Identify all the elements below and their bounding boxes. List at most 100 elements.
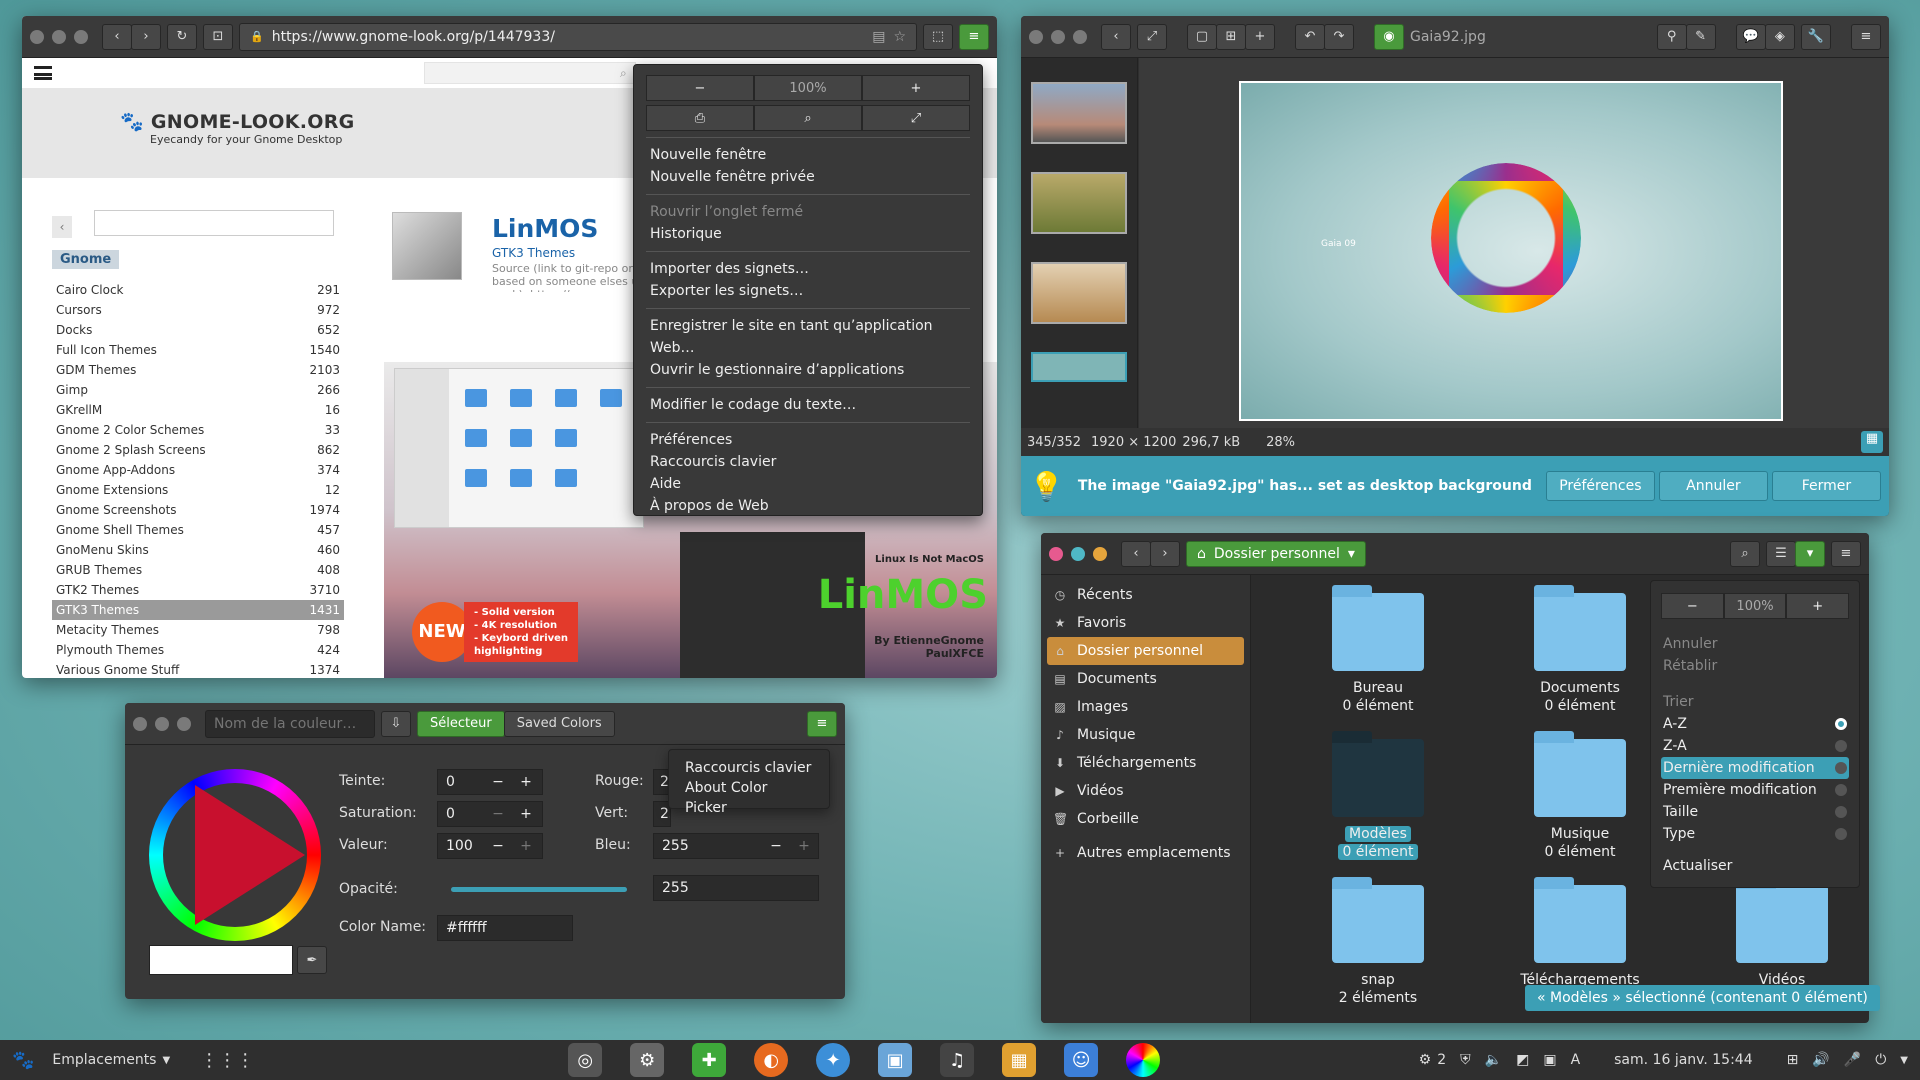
sidebar-item[interactable]: + Autres emplacements bbox=[1041, 839, 1250, 867]
folder-item-selected[interactable]: Modèles 0 élément bbox=[1303, 731, 1453, 861]
thumbnail[interactable] bbox=[1031, 262, 1127, 324]
sidebar-item[interactable]: ▶ Vidéos bbox=[1041, 777, 1250, 805]
folder-item[interactable]: Téléchargements bbox=[1505, 877, 1655, 989]
category-back-button[interactable]: ‹ bbox=[52, 216, 72, 238]
screenshot-app-icon[interactable]: ◎ bbox=[568, 1043, 603, 1077]
gallery-icon[interactable]: ▦ bbox=[1861, 431, 1883, 453]
close-button[interactable]: Fermer bbox=[1771, 471, 1881, 501]
music-app-icon[interactable]: ♫ bbox=[940, 1043, 975, 1077]
category-item[interactable]: Gnome Screenshots 1974 bbox=[52, 500, 344, 520]
fullscreen-icon[interactable]: ⤢ bbox=[862, 105, 970, 131]
back-button[interactable]: ‹ bbox=[102, 23, 132, 50]
zoom-in-button[interactable]: + bbox=[1786, 593, 1850, 619]
category-item[interactable]: Gimp 266 bbox=[52, 380, 344, 400]
rotate-right-icon[interactable]: ↷ bbox=[1324, 23, 1354, 50]
menu-item[interactable]: Aide bbox=[646, 473, 970, 495]
close-window-button[interactable] bbox=[30, 29, 44, 44]
grid-view-icon[interactable]: ⊞ bbox=[1216, 23, 1246, 50]
category-item[interactable]: Docks 652 bbox=[52, 320, 344, 340]
saturation-value-triangle[interactable] bbox=[195, 785, 305, 925]
site-menu-icon[interactable] bbox=[34, 66, 52, 80]
menu-item-about[interactable]: About Color Picker bbox=[685, 778, 813, 818]
color-name-input[interactable] bbox=[205, 709, 375, 738]
back-button[interactable]: ‹ bbox=[1121, 540, 1151, 567]
menu-item[interactable]: Historique bbox=[646, 223, 970, 245]
menu-item[interactable]: Nouvelle fenêtre privée bbox=[646, 166, 970, 188]
color-picker-app-icon[interactable] bbox=[1126, 1043, 1161, 1077]
edit-icon[interactable]: ✎ bbox=[1685, 23, 1716, 50]
category-item[interactable]: GRUB Themes 408 bbox=[52, 560, 344, 580]
product-category-link[interactable]: GTK3 Themes bbox=[492, 246, 575, 260]
power-icon[interactable]: ⏻ bbox=[1875, 1052, 1886, 1068]
menu-icon[interactable]: ≡ bbox=[1831, 540, 1861, 567]
maximize-window-button[interactable] bbox=[74, 29, 88, 44]
app-grid-icon[interactable]: ⋮⋮⋮ bbox=[200, 1050, 254, 1071]
minimize-window-button[interactable] bbox=[52, 29, 66, 44]
maximize-window-button[interactable] bbox=[177, 716, 191, 731]
category-item[interactable]: GnoMenu Skins 460 bbox=[52, 540, 344, 560]
refresh-item[interactable]: Actualiser bbox=[1661, 855, 1849, 877]
back-button[interactable]: ‹ bbox=[1101, 23, 1131, 50]
image-canvas[interactable]: Gaia 09 bbox=[1139, 58, 1889, 428]
save-color-icon[interactable]: ⇩ bbox=[381, 710, 411, 737]
cancel-button[interactable]: Annuler bbox=[1658, 471, 1768, 501]
sort-option[interactable]: A-Z bbox=[1661, 713, 1849, 735]
eyedropper-icon[interactable]: ✒ bbox=[297, 946, 327, 974]
hamburger-menu-button[interactable]: ≡ bbox=[959, 23, 989, 50]
menu-item[interactable]: Préférences bbox=[646, 429, 970, 451]
places-menu[interactable]: Emplacements bbox=[52, 1052, 156, 1068]
menu-item[interactable]: Nouvelle fenêtre bbox=[646, 144, 970, 166]
fullscreen-icon[interactable]: ⤢ bbox=[1137, 23, 1167, 50]
image-viewer-app-icon[interactable]: ▣ bbox=[878, 1043, 913, 1077]
close-window-button[interactable] bbox=[133, 716, 147, 731]
minimize-window-button[interactable] bbox=[1051, 29, 1065, 44]
clipboard-icon[interactable]: ▣ bbox=[1543, 1052, 1556, 1068]
rotate-left-icon[interactable]: ↶ bbox=[1295, 23, 1325, 50]
tag-icon[interactable]: ◈ bbox=[1764, 23, 1795, 50]
thumbnail-current[interactable] bbox=[1031, 352, 1127, 382]
minimize-window-button[interactable] bbox=[155, 716, 169, 731]
increment-button[interactable]: + bbox=[512, 806, 540, 822]
downloads-icon[interactable]: ⬚ bbox=[923, 23, 953, 50]
maximize-window-button[interactable] bbox=[1093, 546, 1107, 561]
thumbnail[interactable] bbox=[1031, 82, 1127, 144]
datetime[interactable]: sam. 16 janv. 15:44 bbox=[1614, 1052, 1752, 1068]
list-view-icon[interactable]: ☰ bbox=[1766, 540, 1796, 567]
search-icon[interactable]: ⌕ bbox=[1730, 540, 1760, 567]
opacity-slider[interactable] bbox=[451, 887, 627, 892]
app-indicator-icon[interactable]: ◩ bbox=[1516, 1052, 1529, 1068]
increment-button[interactable]: + bbox=[790, 838, 818, 854]
gear-icon[interactable]: ⚙ bbox=[1419, 1052, 1432, 1068]
new-tab-icon[interactable]: ⊡ bbox=[203, 23, 233, 50]
network-icon[interactable]: ⊞ bbox=[1787, 1052, 1799, 1068]
sort-option[interactable]: Première modification bbox=[1661, 779, 1849, 801]
sort-option[interactable]: Type bbox=[1661, 823, 1849, 845]
menu-item[interactable]: Modifier le codage du texte… bbox=[646, 394, 970, 416]
minimize-window-button[interactable] bbox=[1071, 546, 1085, 561]
product-thumbnail[interactable] bbox=[392, 212, 462, 280]
keyboard-icon[interactable]: A bbox=[1571, 1052, 1581, 1068]
menu-icon[interactable]: ≡ bbox=[1851, 23, 1881, 50]
menu-item[interactable]: Ouvrir le gestionnaire d’applications bbox=[646, 359, 970, 381]
category-item[interactable]: GTK3 Themes 1431 bbox=[52, 600, 344, 620]
folder-item[interactable]: Musique 0 élément bbox=[1505, 731, 1655, 861]
site-logo[interactable]: 🐾 GNOME-LOOK.ORG Eyecandy for your Gnome… bbox=[120, 110, 355, 146]
category-item[interactable]: Full Icon Themes 1540 bbox=[52, 340, 344, 360]
add-icon[interactable]: + bbox=[1245, 23, 1275, 50]
undo-item[interactable]: Annuler bbox=[1661, 633, 1849, 655]
preferences-button[interactable]: Préférences bbox=[1545, 471, 1655, 501]
category-item[interactable]: GKrellM 16 bbox=[52, 400, 344, 420]
info-icon[interactable]: ⚲ bbox=[1656, 23, 1687, 50]
category-search-input[interactable] bbox=[94, 210, 334, 236]
menu-item-shortcuts[interactable]: Raccourcis clavier bbox=[685, 758, 813, 778]
close-window-button[interactable] bbox=[1029, 29, 1043, 44]
tab-selector[interactable]: Sélecteur bbox=[417, 710, 505, 737]
files-app-icon[interactable]: ☺ bbox=[1064, 1043, 1099, 1077]
sidebar-item[interactable]: ⬇ Téléchargements bbox=[1041, 749, 1250, 777]
sidebar-item[interactable]: ⌂ Dossier personnel bbox=[1047, 637, 1244, 665]
increment-button[interactable]: + bbox=[512, 838, 540, 854]
firefox-icon[interactable]: ◐ bbox=[754, 1043, 789, 1077]
zoom-out-button[interactable]: − bbox=[1661, 593, 1724, 619]
sort-option[interactable]: Taille bbox=[1661, 801, 1849, 823]
sort-option[interactable]: Z-A bbox=[1661, 735, 1849, 757]
